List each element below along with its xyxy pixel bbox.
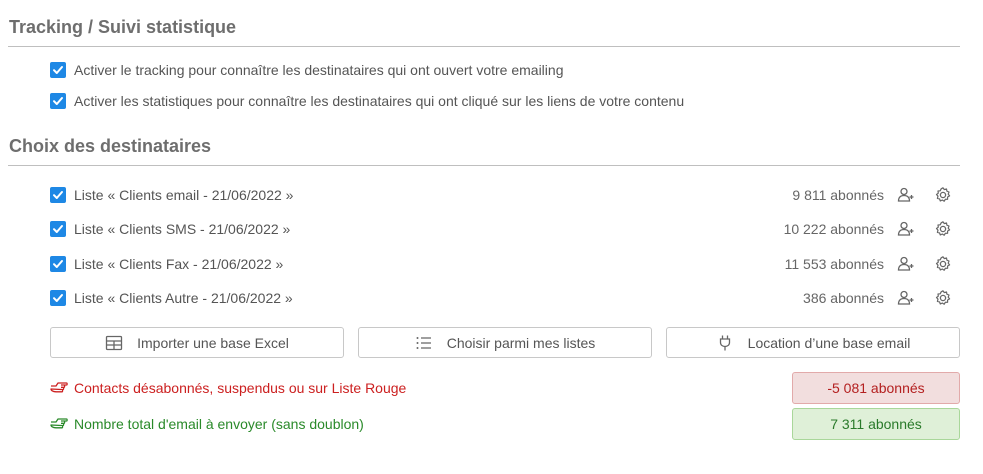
tracking-clicked-option[interactable]: Activer les statistiques pour connaître … [50, 92, 684, 110]
check-icon [53, 260, 63, 268]
tracking-divider [8, 46, 960, 47]
list-actions: 10 222 abonnés [784, 220, 953, 238]
pointing-hand-icon [50, 418, 68, 429]
gear-icon[interactable] [933, 254, 953, 274]
tracking-opened-label: Activer le tracking pour connaître les d… [74, 62, 564, 78]
total-badge: 7 311 abonnés [792, 408, 960, 440]
tracking-clicked-label: Activer les statistiques pour connaître … [74, 93, 685, 109]
plug-icon [719, 335, 730, 350]
unsubscribed-badge: -5 081 abonnés [792, 372, 960, 404]
choose-lists-label: Choisir parmi mes listes [446, 334, 596, 351]
gear-icon[interactable] [933, 219, 953, 239]
add-user-icon[interactable] [896, 288, 916, 308]
list-item[interactable]: Liste « Clients Fax - 21/06/2022 » [50, 255, 283, 273]
list-count: 386 abonnés [803, 290, 884, 306]
choose-lists-button[interactable]: Choisir parmi mes listes [358, 327, 652, 358]
list-label: Liste « Clients email - 21/06/2022 » [74, 187, 294, 203]
check-icon [53, 66, 63, 74]
list-icon [416, 336, 431, 349]
add-user-icon[interactable] [896, 219, 916, 239]
list-label: Liste « Clients SMS - 21/06/2022 » [74, 221, 291, 237]
list-item[interactable]: Liste « Clients email - 21/06/2022 » [50, 186, 293, 204]
tracking-opened-option[interactable]: Activer le tracking pour connaître les d… [50, 61, 563, 79]
tracking-opened-checkbox[interactable] [50, 62, 66, 78]
unsubscribed-info: Contacts désabonnés, suspendus ou sur Li… [50, 379, 406, 397]
recipients-section-title: Choix des destinataires [9, 136, 212, 156]
rent-base-button[interactable]: Location d’une base email [666, 327, 960, 358]
rent-base-label: Location d’une base email [747, 334, 911, 351]
list-item[interactable]: Liste « Clients Autre - 21/06/2022 » [50, 289, 293, 307]
list-actions: 9 811 abonnés [792, 186, 953, 204]
tracking-clicked-checkbox[interactable] [50, 93, 66, 109]
add-user-icon[interactable] [896, 254, 916, 274]
list-checkbox[interactable] [50, 290, 66, 306]
list-label: Liste « Clients Autre - 21/06/2022 » [74, 290, 293, 306]
pointing-hand-icon [50, 382, 68, 393]
gear-icon[interactable] [933, 288, 953, 308]
gear-icon[interactable] [933, 185, 953, 205]
list-count: 11 553 abonnés [784, 256, 884, 272]
import-excel-button[interactable]: Importer une base Excel [50, 327, 344, 358]
list-label: Liste « Clients Fax - 21/06/2022 » [74, 256, 284, 272]
list-actions: 11 553 abonnés [785, 255, 953, 273]
list-count: 10 222 abonnés [783, 221, 884, 237]
check-icon [53, 225, 63, 233]
list-count: 9 811 abonnés [792, 187, 884, 203]
unsubscribed-label: Contacts désabonnés, suspendus ou sur Li… [74, 380, 407, 396]
add-user-icon[interactable] [896, 185, 916, 205]
total-label: Nombre total d'email à envoyer (sans dou… [74, 416, 364, 432]
check-icon [53, 191, 63, 199]
table-icon [105, 335, 123, 350]
total-info: Nombre total d'email à envoyer (sans dou… [50, 415, 364, 433]
list-checkbox[interactable] [50, 187, 66, 203]
list-checkbox[interactable] [50, 256, 66, 272]
recipients-divider [8, 165, 960, 166]
list-checkbox[interactable] [50, 221, 66, 237]
tracking-section-title: Tracking / Suivi statistique [9, 17, 237, 37]
check-icon [53, 97, 63, 105]
list-actions: 386 abonnés [803, 289, 953, 307]
check-icon [53, 294, 63, 302]
list-item[interactable]: Liste « Clients SMS - 21/06/2022 » [50, 220, 290, 238]
import-excel-label: Importer une base Excel [137, 334, 289, 351]
